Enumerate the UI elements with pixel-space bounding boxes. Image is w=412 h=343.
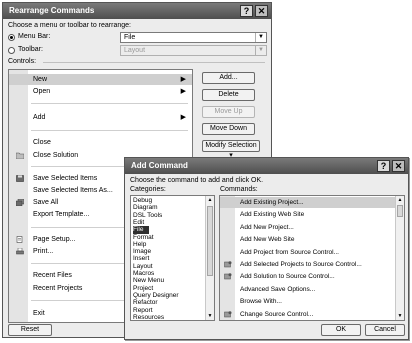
command-item[interactable]: Advanced Save Options... bbox=[220, 284, 395, 295]
menu-separator bbox=[31, 103, 188, 104]
menu-item-label: Close Solution bbox=[33, 152, 79, 159]
controls-divider bbox=[43, 62, 265, 63]
source-control-icon bbox=[224, 310, 232, 318]
command-label: Add New Web Site bbox=[240, 236, 295, 244]
menu-item-label: New bbox=[33, 76, 48, 83]
menu-item-label: Open bbox=[33, 88, 51, 95]
submenu-arrow-icon: ▶ bbox=[180, 88, 186, 95]
command-item[interactable]: Add Existing Project... bbox=[220, 197, 395, 208]
menu-item-label: Page Setup... bbox=[33, 236, 76, 243]
cancel-button[interactable]: Cancel bbox=[365, 324, 405, 336]
command-item[interactable]: Add Solution to Source Control... bbox=[220, 271, 395, 282]
menu-separator bbox=[31, 130, 188, 131]
move-down-button[interactable]: Move Down bbox=[202, 123, 255, 135]
command-label: Add Selected Projects to Source Control.… bbox=[240, 261, 362, 268]
menu-item-label: Add bbox=[33, 114, 46, 121]
commands-list[interactable]: Add Existing Project... Add Existing Web … bbox=[219, 195, 405, 321]
chevron-down-icon: ▼ bbox=[255, 46, 266, 55]
page-setup-icon bbox=[16, 236, 24, 243]
move-up-button[interactable]: Move Up bbox=[202, 106, 255, 118]
source-control-icon bbox=[224, 273, 232, 280]
save-all-icon bbox=[15, 198, 25, 207]
source-control-icon bbox=[224, 261, 232, 268]
toolbar-radio[interactable] bbox=[8, 47, 15, 54]
command-label: Add New Project... bbox=[240, 223, 294, 231]
toolbar-select-value: Layout bbox=[124, 47, 146, 54]
menu-item-add[interactable]: Add ▶ bbox=[9, 112, 192, 123]
command-label: Add Project from Source Control... bbox=[240, 248, 339, 256]
delete-button[interactable]: Delete bbox=[202, 89, 255, 101]
save-icon bbox=[16, 175, 24, 182]
command-item[interactable]: Add Project from Source Control... bbox=[220, 247, 395, 258]
command-label: Add Existing Web Site bbox=[240, 211, 305, 219]
command-label: Add Solution to Source Control... bbox=[240, 273, 335, 281]
categories-scrollbar[interactable]: ▲ ▼ bbox=[205, 196, 214, 320]
toolbar-label: Toolbar: bbox=[18, 46, 43, 53]
menu-item-label: Export Template... bbox=[33, 211, 90, 218]
submenu-arrow-icon: ▶ bbox=[180, 114, 186, 121]
modify-selection-button[interactable]: Modify Selection ▾ bbox=[202, 140, 260, 159]
scroll-thumb[interactable] bbox=[207, 206, 213, 276]
commands-scrollbar[interactable]: ▲ ▼ bbox=[395, 196, 404, 320]
menu-item-close[interactable]: Close bbox=[9, 137, 192, 148]
toolbar-select[interactable]: Layout ▼ bbox=[120, 45, 267, 56]
command-label: Browse With... bbox=[240, 298, 282, 306]
command-label: Advanced Save Options... bbox=[240, 285, 316, 293]
scroll-up-icon[interactable]: ▲ bbox=[396, 196, 404, 204]
ok-button[interactable]: OK bbox=[321, 324, 361, 336]
command-item[interactable]: Change Source Control... bbox=[220, 309, 395, 320]
categories-label: Categories: bbox=[130, 186, 166, 193]
menu-item-label: Save Selected Items bbox=[33, 175, 98, 182]
menu-item-label: Save Selected Items As... bbox=[33, 187, 113, 194]
menu-item-label: Close bbox=[33, 139, 51, 146]
folder-icon bbox=[15, 152, 25, 160]
menubar-select-value: File bbox=[124, 34, 136, 41]
close-button[interactable]: ✕ bbox=[392, 160, 405, 172]
print-icon bbox=[16, 247, 24, 255]
submenu-arrow-icon: ▶ bbox=[180, 76, 186, 83]
rearrange-prompt: Choose a menu or toolbar to rearrange: bbox=[8, 22, 131, 29]
scroll-up-icon[interactable]: ▲ bbox=[206, 196, 214, 204]
command-item[interactable]: Add Existing Web Site bbox=[220, 209, 395, 220]
menubar-label: Menu Bar: bbox=[18, 33, 51, 40]
category-item[interactable]: Resources bbox=[133, 314, 164, 320]
commands-label: Commands: bbox=[220, 186, 258, 193]
scroll-down-icon[interactable]: ▼ bbox=[206, 312, 214, 320]
scroll-down-icon[interactable]: ▼ bbox=[396, 312, 404, 320]
add-command-window: Add Command ? ✕ Choose the command to ad… bbox=[124, 157, 409, 340]
add-command-title: Add Command bbox=[125, 158, 408, 174]
menubar-radio[interactable] bbox=[8, 34, 15, 41]
menu-item-label: Exit bbox=[33, 310, 45, 317]
categories-list[interactable]: Debug Diagram DSL Tools Edit File Format Help I… bbox=[130, 195, 215, 321]
rearrange-title: Rearrange Commands bbox=[3, 3, 271, 19]
command-item[interactable]: Browse With... bbox=[220, 296, 395, 307]
menu-item-label: Recent Projects bbox=[33, 285, 83, 292]
close-button[interactable]: ✕ bbox=[255, 5, 268, 17]
controls-label: Controls: bbox=[8, 58, 37, 65]
menubar-select[interactable]: File ▼ bbox=[120, 32, 267, 43]
command-label: Change Source Control... bbox=[240, 310, 314, 318]
chevron-down-icon: ▼ bbox=[255, 33, 266, 42]
menu-item-new[interactable]: New ▶ bbox=[9, 74, 192, 85]
reset-button[interactable]: Reset bbox=[8, 324, 52, 336]
menu-item-label: Save All bbox=[33, 199, 59, 206]
command-item[interactable]: Add New Web Site bbox=[220, 234, 395, 245]
add-command-prompt: Choose the command to add and click OK. bbox=[130, 177, 264, 184]
command-label: Add Existing Project... bbox=[240, 199, 304, 206]
add-button[interactable]: Add... bbox=[202, 72, 255, 84]
scroll-thumb[interactable] bbox=[397, 205, 403, 217]
help-button[interactable]: ? bbox=[377, 160, 390, 172]
menu-item-open[interactable]: Open ▶ bbox=[9, 86, 192, 97]
command-item[interactable]: Add Selected Projects to Source Control.… bbox=[220, 259, 395, 270]
menu-item-label: Recent Files bbox=[33, 272, 72, 279]
help-button[interactable]: ? bbox=[240, 5, 253, 17]
command-item[interactable]: Add New Project... bbox=[220, 222, 395, 233]
menu-item-label: Print... bbox=[33, 248, 54, 255]
